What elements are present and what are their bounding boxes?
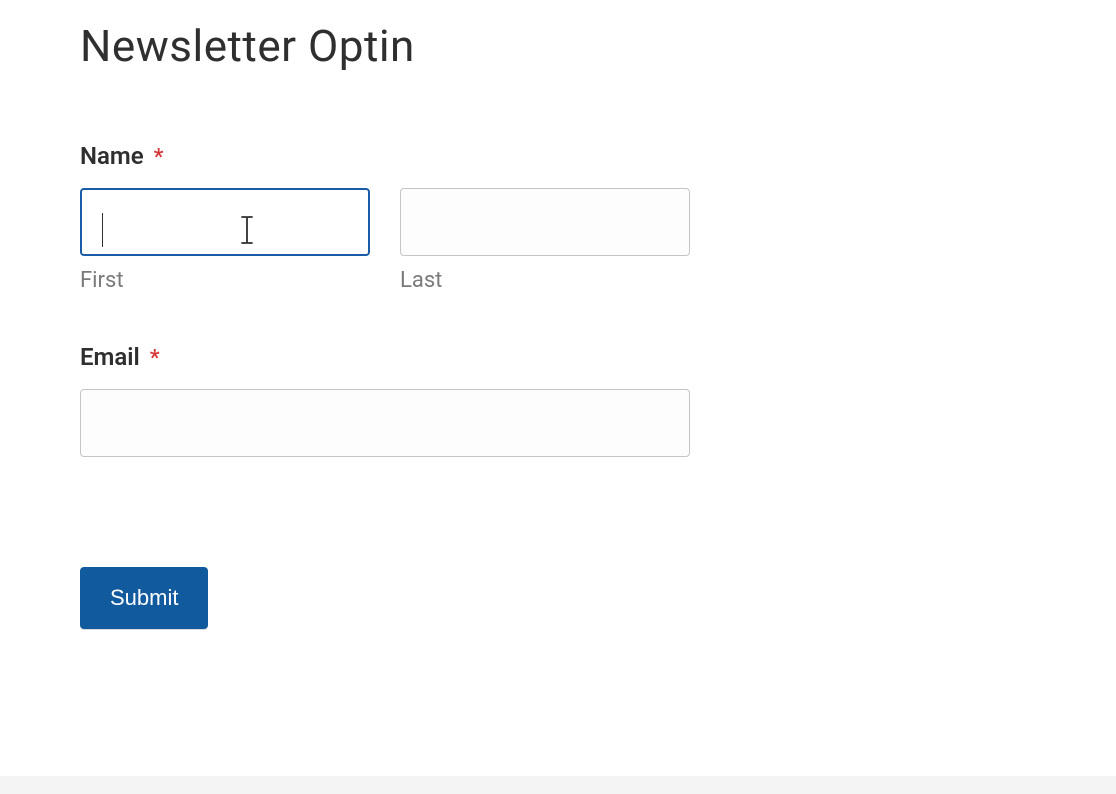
required-asterisk-icon: * <box>150 346 160 371</box>
submit-button[interactable]: Submit <box>80 567 208 629</box>
first-name-sublabel: First <box>80 268 370 293</box>
footer-strip <box>0 776 1116 794</box>
last-name-input[interactable] <box>400 188 690 256</box>
text-caret-icon <box>102 213 103 247</box>
name-label: Name * <box>80 142 1036 170</box>
name-label-text: Name <box>80 142 144 170</box>
required-asterisk-icon: * <box>154 145 164 170</box>
first-name-input[interactable] <box>80 188 370 256</box>
page-title: Newsletter Optin <box>80 20 1036 72</box>
email-label: Email * <box>80 343 1036 371</box>
email-label-text: Email <box>80 343 140 371</box>
email-input[interactable] <box>80 389 690 457</box>
email-field-group: Email * <box>80 343 1036 457</box>
last-name-sublabel: Last <box>400 268 690 293</box>
name-field-group: Name * First Last <box>80 142 1036 293</box>
